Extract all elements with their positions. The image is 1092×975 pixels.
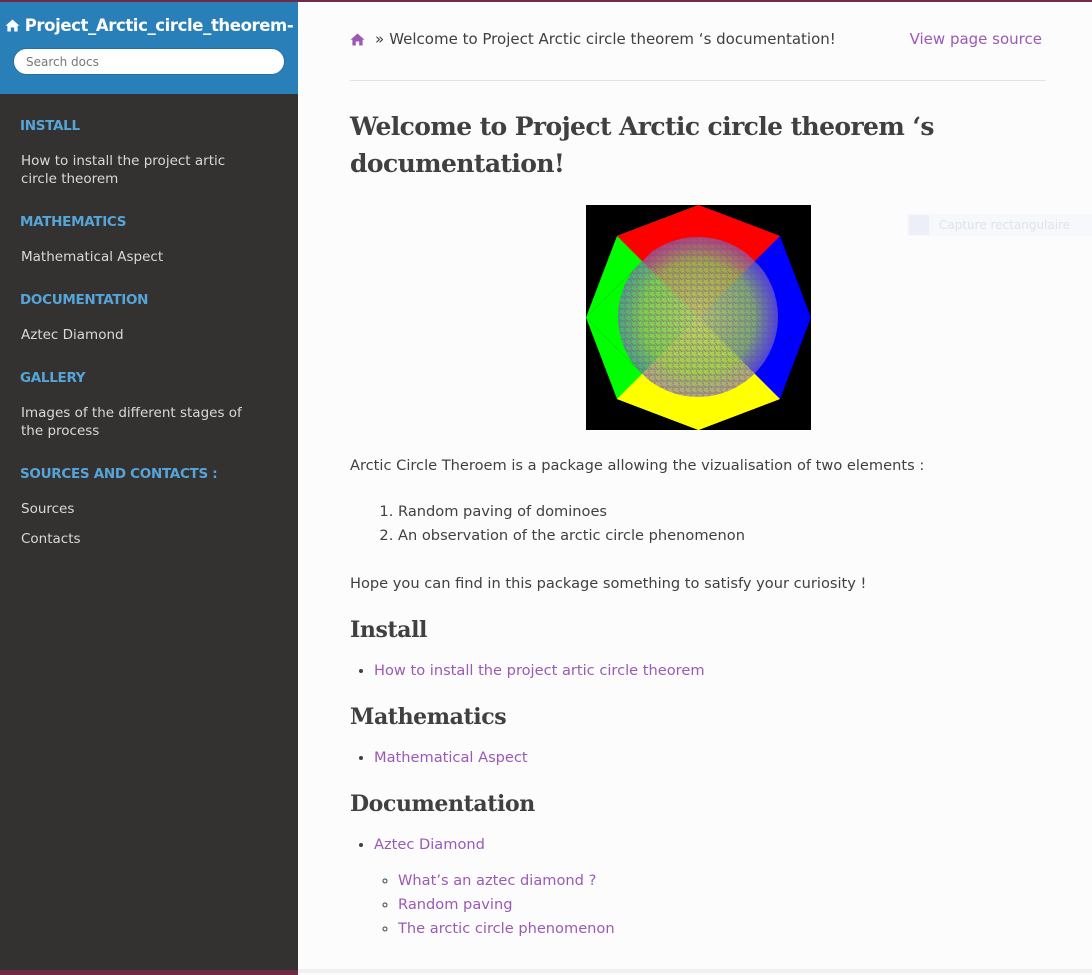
breadcrumb-home-icon[interactable] [350,33,365,46]
nav-group-sources-contacts: SOURCES AND CONTACTS : Sources Contacts [0,462,298,548]
nav-caption-sources-contacts: SOURCES AND CONTACTS : [20,466,218,482]
project-title: Project_Arctic_circle_theorem- [24,16,294,35]
capture-label: Capture rectangulaire [939,218,1071,232]
mathematics-links: Mathematical Aspect [350,746,1046,770]
link-arctic-circle-phenomenon[interactable]: The arctic circle phenomenon [398,920,615,937]
nav-caption-mathematics: MATHEMATICS [20,214,127,230]
bottom-scroll-strip [298,969,1092,973]
sidebar: Project_Arctic_circle_theorem- INSTALL H… [0,2,298,975]
link-whats-an-aztec-diamond[interactable]: What’s an aztec diamond ? [398,872,596,889]
link-aztec-diamond[interactable]: Aztec Diamond [374,836,485,853]
elements-list: Random paving of dominoes An observation… [350,500,1046,548]
aztec-diamond-image [586,205,811,430]
breadcrumb-current: Welcome to Project Arctic circle theorem… [389,30,836,48]
capture-icon [909,215,929,235]
link-mathematical-aspect[interactable]: Mathematical Aspect [374,749,528,766]
capture-overlay[interactable]: Capture rectangulaire [907,214,1092,236]
nav-caption-gallery: GALLERY [20,370,86,386]
search-input[interactable] [13,48,285,75]
nav-group-install: INSTALL How to install the project artic… [0,114,298,188]
nav-caption-documentation: DOCUMENTATION [20,292,149,308]
list-item: Aztec Diamond What’s an aztec diamond ? … [374,833,1046,941]
view-page-source-link[interactable]: View page source [910,30,1042,48]
project-home-link[interactable]: Project_Arctic_circle_theorem- [5,16,294,35]
list-item: Random paving of dominoes [398,500,1046,524]
section-heading-documentation: Documentation [350,791,535,817]
intro-text: Arctic Circle Theroem is a package allow… [350,457,925,474]
nav-group-gallery: GALLERY Images of the different stages o… [0,366,298,440]
sidebar-item-gallery-images[interactable]: Images of the different stages of the pr… [0,404,298,440]
nav-caption-install: INSTALL [20,118,80,134]
main-content: » Welcome to Project Arctic circle theor… [350,2,1046,941]
list-item: What’s an aztec diamond ? [398,869,1046,893]
list-item: Random paving [398,893,1046,917]
home-icon [5,19,20,32]
sidebar-item-contacts[interactable]: Contacts [0,530,298,548]
sidebar-item-mathematical-aspect[interactable]: Mathematical Aspect [0,248,298,266]
hope-text: Hope you can find in this package someth… [350,575,867,592]
nav-group-documentation: DOCUMENTATION Aztec Diamond [0,288,298,344]
sidebar-item-install[interactable]: How to install the project artic circle … [0,152,298,188]
install-links: How to install the project artic circle … [350,659,1046,683]
sidebar-item-aztec-diamond[interactable]: Aztec Diamond [0,326,298,344]
sidebar-nav: INSTALL How to install the project artic… [0,94,298,548]
section-heading-install: Install [350,617,428,643]
breadcrumb: » Welcome to Project Arctic circle theor… [350,2,1046,81]
sidebar-item-sources[interactable]: Sources [0,500,298,518]
link-random-paving[interactable]: Random paving [398,896,512,913]
breadcrumb-separator: » [375,30,385,48]
list-item: An observation of the arctic circle phen… [398,524,1046,548]
list-item: The arctic circle phenomenon [398,917,1046,941]
documentation-links: Aztec Diamond What’s an aztec diamond ? … [350,833,1046,941]
breadcrumb-trail: » Welcome to Project Arctic circle theor… [350,30,836,48]
list-item: Mathematical Aspect [374,746,1046,770]
section-heading-mathematics: Mathematics [350,704,507,730]
sidebar-header: Project_Arctic_circle_theorem- [0,2,298,94]
aztec-sublinks: What’s an aztec diamond ? Random paving … [374,869,1046,941]
nav-group-mathematics: MATHEMATICS Mathematical Aspect [0,210,298,266]
link-install[interactable]: How to install the project artic circle … [374,662,705,679]
list-item: How to install the project artic circle … [374,659,1046,683]
page-title: Welcome to Project Arctic circle theorem… [350,112,935,178]
